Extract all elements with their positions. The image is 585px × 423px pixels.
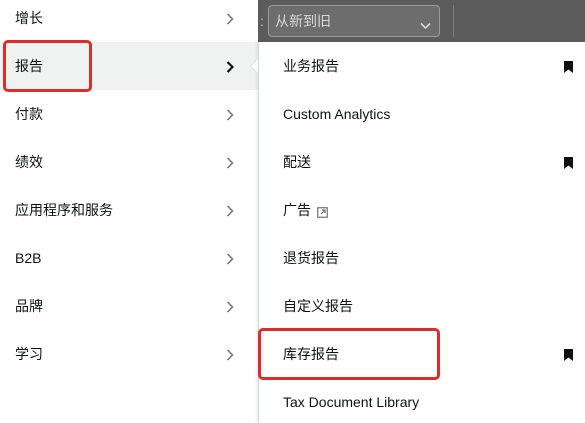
bookmark-icon[interactable] (564, 348, 573, 361)
submenu-item-label-wrap: Tax Document Library (283, 392, 419, 412)
chevron-right-icon (226, 204, 234, 217)
toolbar-divider (453, 5, 454, 37)
submenu-pointer (251, 59, 258, 73)
nav-item-learn[interactable]: 学习 (0, 330, 258, 378)
nav-item-reports[interactable]: 报告 (0, 42, 258, 90)
submenu-item-inventory-reports[interactable]: 库存报告 (259, 330, 585, 378)
nav-item-performance[interactable]: 绩效 (0, 138, 258, 186)
chevron-right-icon (226, 300, 234, 313)
external-link-icon (317, 205, 328, 218)
submenu-item-label-wrap: 广告 (283, 200, 328, 220)
chevron-right-icon (226, 108, 234, 121)
submenu-item-label-wrap: 自定义报告 (283, 296, 353, 316)
submenu-item-label: Tax Document Library (283, 394, 420, 410)
nav-item-label: 报告 (15, 58, 43, 74)
nav-item-brands[interactable]: 品牌 (0, 282, 258, 330)
main-nav-list: 增长 报告 付款 绩效 应用程序和服务 B2B 品牌 学习 (0, 0, 258, 378)
nav-item-label: 绩效 (15, 154, 43, 170)
sort-label: : (260, 13, 264, 29)
submenu-item-label: 配送 (283, 154, 311, 170)
nav-item-label: B2B (15, 250, 42, 266)
nav-item-label: 增长 (15, 10, 43, 26)
submenu-item-label-wrap: 库存报告 (283, 344, 339, 364)
submenu-item-label: 自定义报告 (283, 298, 353, 314)
chevron-right-icon (226, 60, 235, 73)
bookmark-icon[interactable] (564, 156, 573, 169)
bookmark-icon[interactable] (564, 60, 573, 73)
submenu-item-label: 退货报告 (283, 250, 339, 266)
nav-item-apps-services[interactable]: 应用程序和服务 (0, 186, 258, 234)
submenu-item-label-wrap: Custom Analytics (283, 104, 390, 124)
submenu-item-business-reports[interactable]: 业务报告 (259, 42, 585, 90)
submenu-item-tax-document-library[interactable]: Tax Document Library (259, 378, 585, 423)
chevron-right-icon (226, 156, 234, 169)
nav-item-growth[interactable]: 增长 (0, 0, 258, 42)
submenu-item-label-wrap: 配送 (283, 152, 311, 172)
sort-order-dropdown[interactable]: 从新到旧 (268, 5, 440, 37)
submenu-item-custom-reports[interactable]: 自定义报告 (259, 282, 585, 330)
submenu-item-return-reports[interactable]: 退货报告 (259, 234, 585, 282)
submenu-item-label-wrap: 退货报告 (283, 248, 339, 268)
submenu-item-label: 广告 (283, 202, 311, 218)
submenu-item-custom-analytics[interactable]: Custom Analytics (259, 90, 585, 138)
submenu-item-label-wrap: 业务报告 (283, 56, 339, 76)
background-page-toolbar: : 从新到旧 (258, 0, 585, 42)
main-nav-menu: 增长 报告 付款 绩效 应用程序和服务 B2B 品牌 学习 (0, 0, 258, 423)
submenu-item-label: Custom Analytics (283, 106, 391, 122)
chevron-down-icon (420, 17, 431, 30)
nav-item-label: 品牌 (15, 298, 43, 314)
chevron-right-icon (226, 348, 234, 361)
reports-submenu: 业务报告 Custom Analytics 配送 广告 退货报告 自定义报告 库… (258, 42, 585, 423)
submenu-item-fulfillment[interactable]: 配送 (259, 138, 585, 186)
chevron-right-icon (226, 12, 234, 25)
nav-item-label: 应用程序和服务 (15, 202, 113, 218)
submenu-item-label: 业务报告 (283, 58, 339, 74)
sort-order-value: 从新到旧 (275, 13, 331, 29)
nav-item-label: 付款 (15, 106, 43, 122)
nav-item-b2b[interactable]: B2B (0, 234, 258, 282)
submenu-item-label: 库存报告 (283, 346, 339, 362)
submenu-item-advertising[interactable]: 广告 (259, 186, 585, 234)
chevron-right-icon (226, 252, 234, 265)
nav-item-label: 学习 (15, 346, 43, 362)
nav-item-payments[interactable]: 付款 (0, 90, 258, 138)
